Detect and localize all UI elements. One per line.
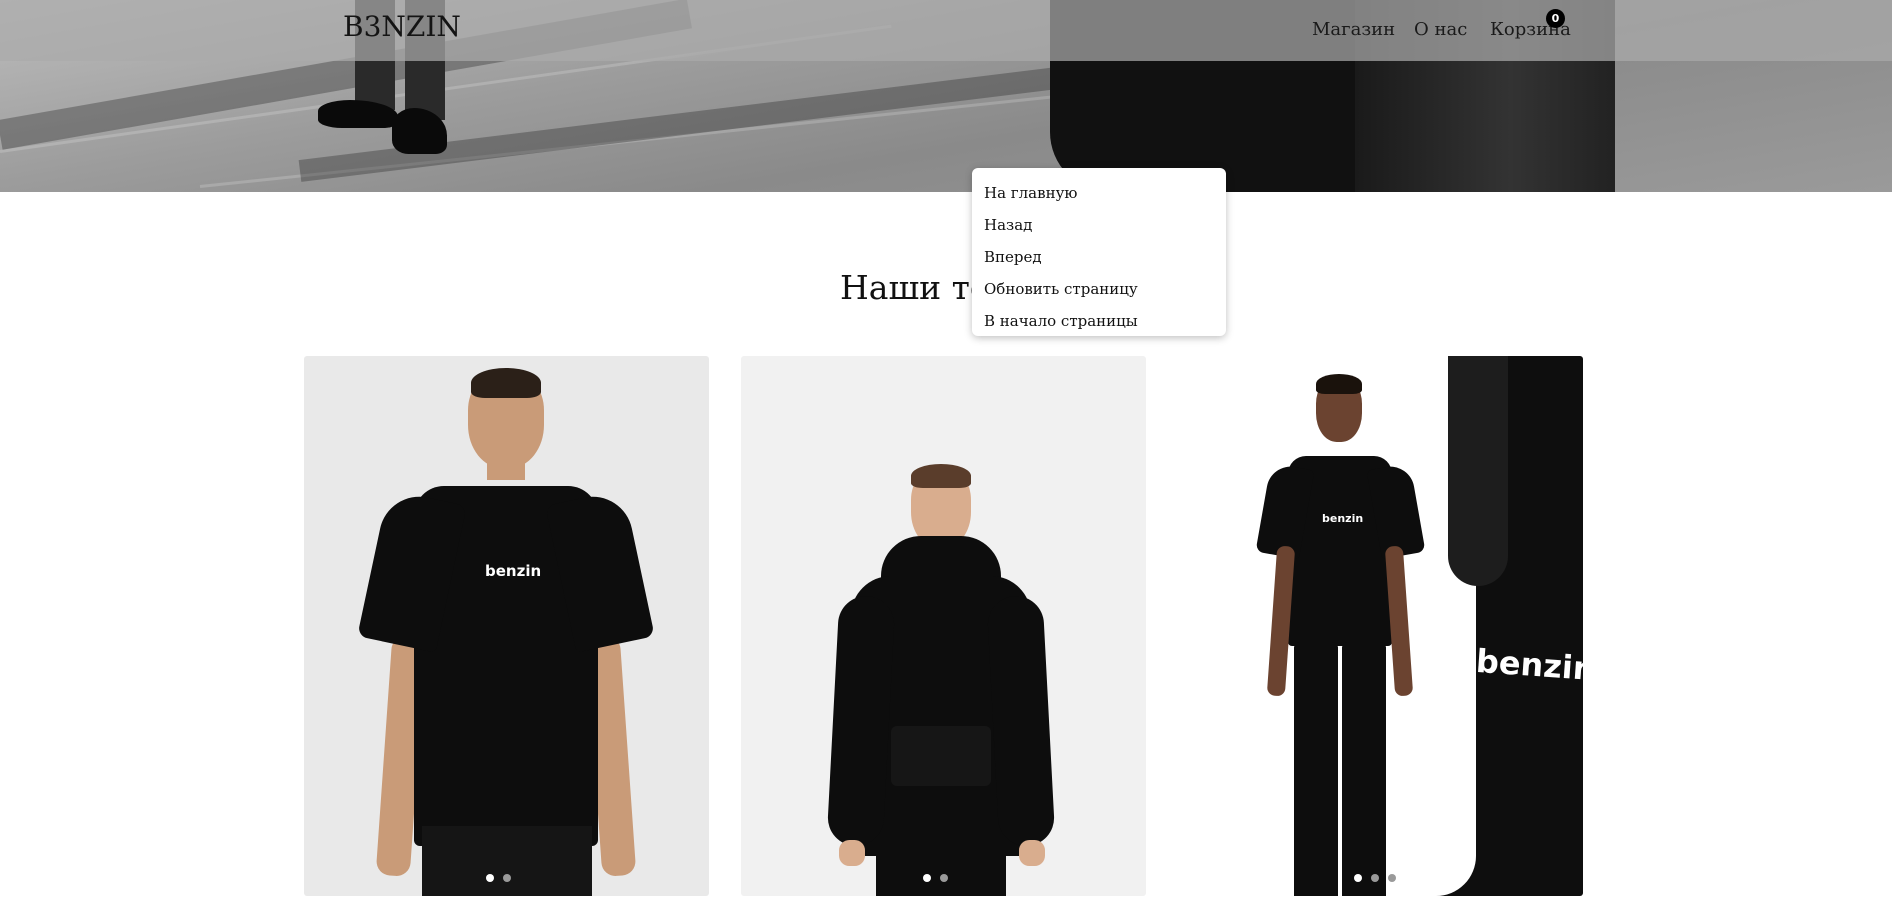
- context-menu-forward[interactable]: Вперед: [972, 241, 1226, 273]
- context-menu-home[interactable]: На главную: [972, 177, 1226, 209]
- product-card[interactable]: benzin: [304, 356, 709, 896]
- context-menu-reload[interactable]: Обновить страницу: [972, 273, 1226, 305]
- carousel-dot[interactable]: [1354, 874, 1362, 882]
- carousel-dots: [486, 874, 511, 882]
- nav-shop-link[interactable]: Магазин: [1312, 19, 1395, 40]
- product-card[interactable]: [741, 356, 1146, 896]
- product-print-text: benzin: [485, 562, 542, 580]
- carousel-dot[interactable]: [503, 874, 511, 882]
- product-print-text: benzin: [1322, 512, 1364, 525]
- carousel-dot[interactable]: [486, 874, 494, 882]
- section-title: Наши то: [840, 268, 990, 307]
- carousel-dots: [923, 874, 948, 882]
- site-header: [0, 0, 1892, 61]
- site-logo[interactable]: B3NZIN: [343, 10, 461, 43]
- carousel-dots: [1354, 874, 1396, 882]
- carousel-dot[interactable]: [1388, 874, 1396, 882]
- context-menu: На главную Назад Вперед Обновить страниц…: [972, 168, 1226, 336]
- carousel-dot[interactable]: [923, 874, 931, 882]
- carousel-dot[interactable]: [940, 874, 948, 882]
- nav-about-link[interactable]: О нас: [1414, 19, 1467, 40]
- context-menu-back[interactable]: Назад: [972, 209, 1226, 241]
- cart-count-badge: 0: [1546, 9, 1565, 28]
- carousel-dot[interactable]: [1371, 874, 1379, 882]
- product-card[interactable]: benzin benzin: [1178, 356, 1583, 896]
- context-menu-scroll-top[interactable]: В начало страницы: [972, 305, 1226, 337]
